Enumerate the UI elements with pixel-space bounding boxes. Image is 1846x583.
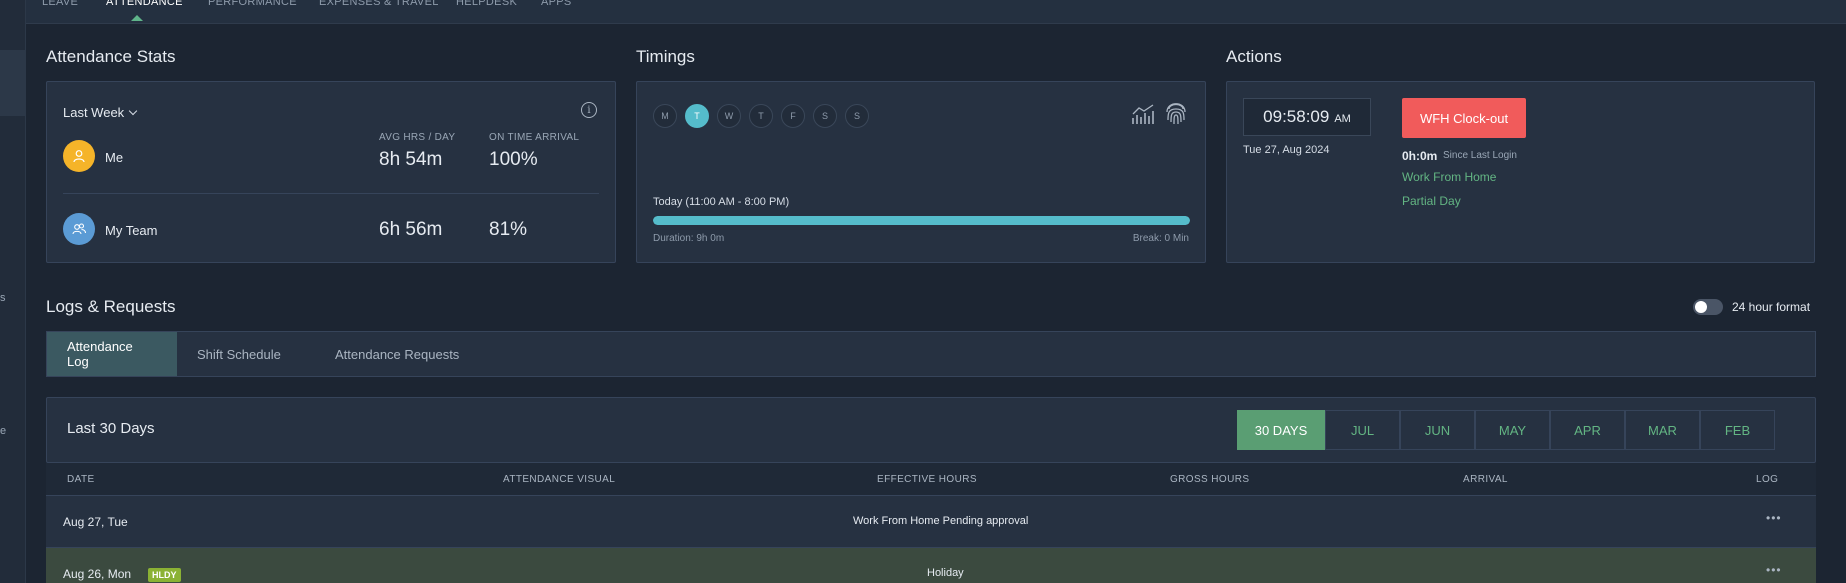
24-hour-label: 24 hour format	[1732, 300, 1811, 314]
tab-helpdesk[interactable]: HELPDESK	[456, 0, 517, 8]
day-monday[interactable]: M	[653, 104, 677, 128]
col-arrival: ARRIVAL	[1463, 474, 1508, 485]
divider	[63, 193, 599, 194]
col-gross-hours: GROSS HOURS	[1170, 474, 1250, 485]
month-feb[interactable]: FEB	[1700, 410, 1775, 450]
month-jul[interactable]: JUL	[1325, 410, 1400, 450]
team-on-time: 81%	[489, 219, 528, 240]
logs-requests-title: Logs & Requests	[46, 297, 176, 316]
stats-row-me: Me	[105, 150, 124, 165]
fingerprint-icon[interactable]	[1165, 100, 1187, 126]
attendance-stats-title: Attendance Stats	[46, 47, 176, 66]
user-icon	[73, 150, 85, 163]
avatar	[63, 213, 95, 245]
current-date: Tue 27, Aug 2024	[1243, 144, 1330, 156]
rail-label-fragment[interactable]: s	[0, 292, 6, 304]
period-dropdown-label: Last Week	[63, 105, 125, 120]
avg-hrs-header: AVG HRS / DAY	[379, 132, 456, 143]
timings-title: Timings	[636, 47, 695, 66]
actions-title: Actions	[1226, 47, 1282, 66]
tab-apps[interactable]: APPS	[541, 0, 572, 8]
on-time-header: ON TIME ARRIVAL	[489, 132, 580, 143]
more-options-icon[interactable]: •••	[1766, 511, 1782, 525]
period-title: Last 30 Days	[67, 420, 155, 437]
col-log: LOG	[1756, 474, 1779, 485]
row-status: Holiday	[927, 567, 964, 579]
timing-progress-bar	[653, 216, 1190, 225]
more-options-icon[interactable]: •••	[1766, 563, 1782, 577]
tab-shift-schedule[interactable]: Shift Schedule	[177, 332, 301, 376]
col-attendance-visual: ATTENDANCE VISUAL	[503, 474, 616, 485]
avatar	[63, 140, 95, 172]
day-wednesday[interactable]: W	[717, 104, 741, 128]
table-row[interactable]: Aug 27, Tue Work From Home Pending appro…	[46, 495, 1816, 547]
current-time: 09:58:09 AM	[1243, 98, 1371, 136]
actions-card: 09:58:09 AM Tue 27, Aug 2024 WFH Clock-o…	[1226, 81, 1815, 263]
period-dropdown[interactable]: Last Week	[63, 105, 138, 120]
me-on-time: 100%	[489, 149, 538, 170]
tab-attendance-log[interactable]: Attendance Log	[47, 332, 177, 376]
chevron-down-icon	[128, 106, 138, 116]
month-apr[interactable]: APR	[1550, 410, 1625, 450]
work-from-home-link[interactable]: Work From Home	[1402, 170, 1496, 184]
tab-expenses-travel[interactable]: EXPENSES & TRAVEL	[319, 0, 439, 8]
timing-progress-fill	[653, 216, 1190, 225]
current-time-ampm: AM	[1334, 113, 1351, 125]
chart-icon[interactable]	[1131, 104, 1155, 126]
log-subtabs: Attendance Log Shift Schedule Attendance…	[46, 331, 1816, 377]
month-may[interactable]: MAY	[1475, 410, 1550, 450]
team-icon	[72, 223, 87, 235]
partial-day-link[interactable]: Partial Day	[1402, 194, 1461, 208]
day-friday[interactable]: F	[781, 104, 805, 128]
day-sunday[interactable]: S	[845, 104, 869, 128]
row-date: Aug 27, Tue	[63, 515, 128, 529]
timings-card: M T W T F S S Today (11:00 AM - 8:00 PM)…	[636, 81, 1206, 263]
break-label: Break: 0 Min	[1132, 233, 1189, 244]
rail-active-item[interactable]	[0, 50, 26, 116]
row-date: Aug 26, Mon	[63, 567, 132, 581]
attendance-stats-card: Last Week i AVG HRS / DAY ON TIME ARRIVA…	[46, 81, 616, 263]
tab-attendance-requests[interactable]: Attendance Requests	[315, 332, 479, 376]
month-30-days[interactable]: 30 DAYS	[1237, 410, 1325, 450]
row-status: Work From Home Pending approval	[853, 515, 1029, 527]
table-row[interactable]: Aug 26, Mon HLDY Holiday •••	[46, 547, 1816, 583]
holiday-badge: HLDY	[148, 568, 181, 582]
left-rail: s e	[0, 0, 26, 583]
day-tuesday[interactable]: T	[685, 104, 709, 128]
24-hour-toggle[interactable]	[1693, 299, 1723, 315]
since-last-login-label: Since Last Login	[1443, 150, 1517, 161]
month-mar[interactable]: MAR	[1625, 410, 1700, 450]
col-date: DATE	[67, 474, 95, 485]
since-last-login-value: 0h:0m	[1402, 149, 1438, 163]
team-avg-hours: 6h 56m	[379, 219, 443, 240]
day-thursday[interactable]: T	[749, 104, 773, 128]
day-saturday[interactable]: S	[813, 104, 837, 128]
col-effective-hours: EFFECTIVE HOURS	[877, 474, 977, 485]
tab-performance[interactable]: PERFORMANCE	[208, 0, 297, 8]
wfh-clockout-button[interactable]: WFH Clock-out	[1402, 98, 1526, 138]
top-nav: LEAVE ATTENDANCE PERFORMANCE EXPENSES & …	[26, 0, 1846, 24]
tab-leave[interactable]: LEAVE	[42, 0, 78, 8]
toggle-knob	[1695, 301, 1707, 313]
stats-row-team: My Team	[105, 223, 158, 238]
today-timing-label: Today (11:00 AM - 8:00 PM)	[653, 196, 790, 208]
tab-attendance[interactable]: ATTENDANCE	[106, 0, 183, 8]
month-jun[interactable]: JUN	[1400, 410, 1475, 450]
current-time-value: 09:58:09	[1263, 107, 1330, 126]
active-tab-indicator	[131, 15, 143, 21]
info-icon[interactable]: i	[581, 102, 597, 118]
me-avg-hours: 8h 54m	[379, 149, 443, 170]
duration-label: Duration: 9h 0m	[653, 233, 725, 244]
rail-label-fragment[interactable]: e	[0, 425, 6, 437]
